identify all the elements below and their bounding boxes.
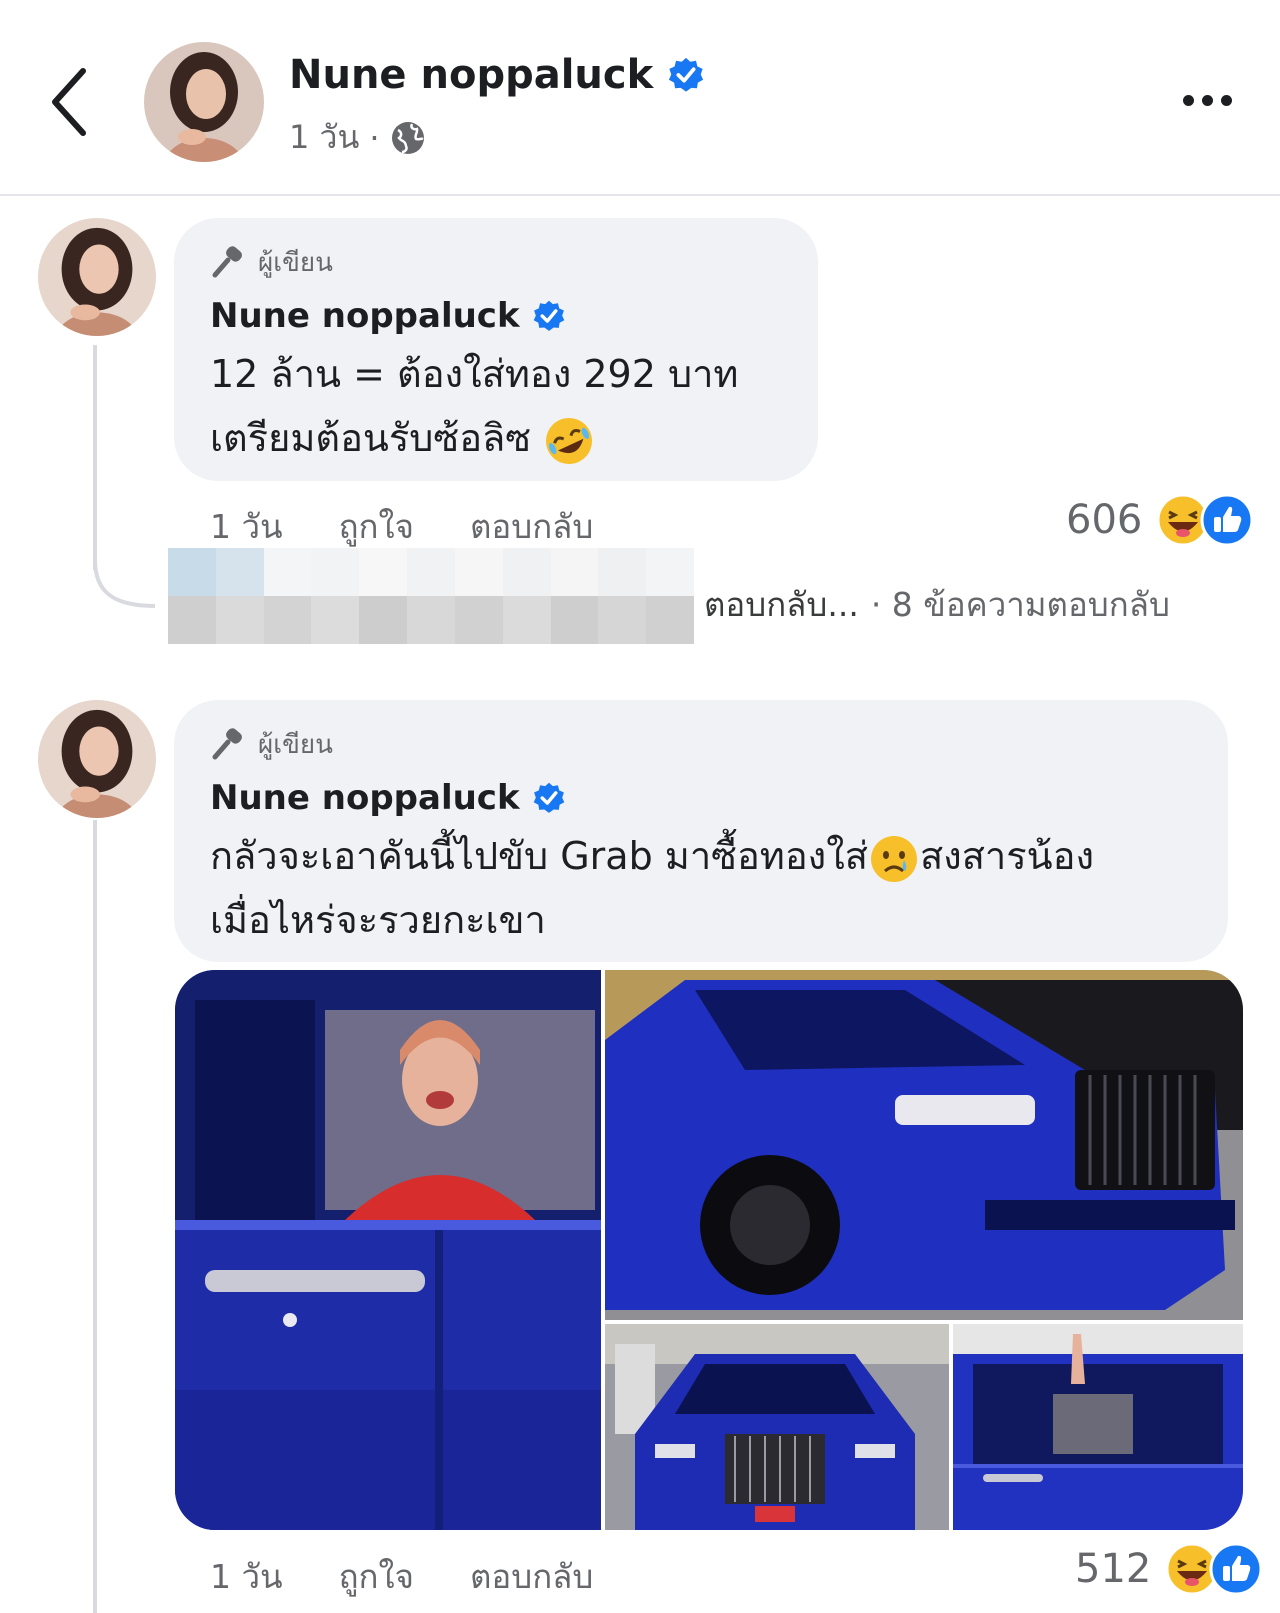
author-badge-label: ผู้เขียน: [258, 729, 333, 760]
verified-badge-icon: [669, 57, 704, 92]
comment-text-line: สงสารน้อง: [919, 834, 1095, 878]
photo-car-parked[interactable]: [605, 1324, 949, 1530]
like-button[interactable]: ถูกใจ: [339, 1550, 414, 1603]
post-meta: 1 วัน ·: [289, 112, 426, 163]
reaction-count: 606: [1066, 497, 1143, 543]
reply-button[interactable]: ตอบกลับ: [470, 1550, 593, 1603]
post-header: Nune noppaluck 1 วัน ·: [0, 0, 1280, 196]
like-reaction-icon: [1209, 1542, 1263, 1596]
comment-text: กลัวจะเอาคันนี้ไปขับ Grab มาซื้อทองใส่ สง…: [210, 824, 1192, 952]
back-button[interactable]: [44, 62, 94, 142]
rolling-laughing-emoji-icon: [546, 417, 593, 464]
comment-text-line: 12 ล้าน = ต้องใส่ทอง 292 บาท: [210, 352, 739, 396]
photo-car-front[interactable]: [605, 970, 1243, 1320]
comment-avatar[interactable]: [38, 700, 156, 818]
globe-icon: [391, 121, 424, 154]
verified-badge-icon: [533, 782, 564, 813]
microphone-icon: [212, 246, 242, 278]
reaction-summary[interactable]: 606: [1066, 493, 1254, 547]
like-button[interactable]: ถูกใจ: [339, 500, 414, 553]
reaction-count: 512: [1075, 1546, 1152, 1592]
comment-text: 12 ล้าน = ต้องใส่ทอง 292 บาทเตรียมต้อนรั…: [210, 342, 782, 470]
view-replies-link[interactable]: ตอบกลับ... · 8 ข้อความตอบกลับ: [704, 578, 1170, 631]
photo-grid[interactable]: [175, 970, 1243, 1530]
verified-badge-icon: [533, 300, 564, 331]
thread-line: [93, 820, 97, 1613]
reply-button[interactable]: ตอบกลับ: [470, 500, 593, 553]
thread-curve: [93, 560, 155, 608]
dot-icon: [1220, 94, 1232, 106]
comment-author-name-text: Nune noppaluck: [210, 296, 520, 336]
comment-bubble: ผู้เขียน Nune noppaluck กลัวจะเอาคันนี้ไ…: [174, 700, 1228, 962]
thread-line: [93, 345, 97, 570]
microphone-icon: [212, 728, 242, 760]
comment-text-line: กลัวจะเอาคันนี้ไปขับ Grab มาซื้อทองใส่: [210, 834, 868, 878]
comment-author-name[interactable]: Nune noppaluck: [210, 776, 1192, 820]
meta-separator: ·: [369, 118, 380, 157]
reply-count: · 8 ข้อความตอบกลับ: [870, 585, 1170, 624]
author-name[interactable]: Nune noppaluck: [289, 52, 705, 98]
chevron-left-icon: [52, 68, 86, 136]
more-options-button[interactable]: [1172, 80, 1242, 120]
author-name-text: Nune noppaluck: [289, 52, 654, 98]
comment-time: 1 วัน: [210, 1557, 283, 1596]
avatar[interactable]: [144, 42, 264, 162]
crying-face-emoji-icon: [870, 835, 917, 882]
comment-actions: 1 วัน ถูกใจ ตอบกลับ: [210, 1550, 649, 1603]
author-badge: ผู้เขียน: [210, 242, 782, 282]
view-replies-label: ตอบกลับ...: [704, 585, 859, 624]
photo-car-waving[interactable]: [953, 1324, 1243, 1530]
like-reaction-icon: [1200, 493, 1254, 547]
comment-author-name-text: Nune noppaluck: [210, 778, 520, 818]
post-time: 1 วัน: [289, 118, 360, 156]
comment-avatar[interactable]: [38, 218, 156, 336]
comment-text-line: เตรียมต้อนรับซ้อลิซ: [210, 416, 532, 460]
comment-author-name[interactable]: Nune noppaluck: [210, 294, 782, 338]
comment-bubble: ผู้เขียน Nune noppaluck 12 ล้าน = ต้องใส…: [174, 218, 818, 481]
dot-icon: [1201, 94, 1213, 106]
author-badge: ผู้เขียน: [210, 724, 1192, 764]
comment-time: 1 วัน: [210, 507, 283, 546]
photo-car-side-window[interactable]: [175, 970, 601, 1530]
comment-actions: 1 วัน ถูกใจ ตอบกลับ: [210, 500, 649, 553]
reaction-summary[interactable]: 512: [1075, 1542, 1263, 1596]
blurred-reply-preview[interactable]: [168, 548, 694, 644]
dot-icon: [1182, 94, 1194, 106]
author-badge-label: ผู้เขียน: [258, 247, 333, 278]
comment-text-line: เมื่อไหร่จะรวยกะเขา: [210, 898, 546, 942]
